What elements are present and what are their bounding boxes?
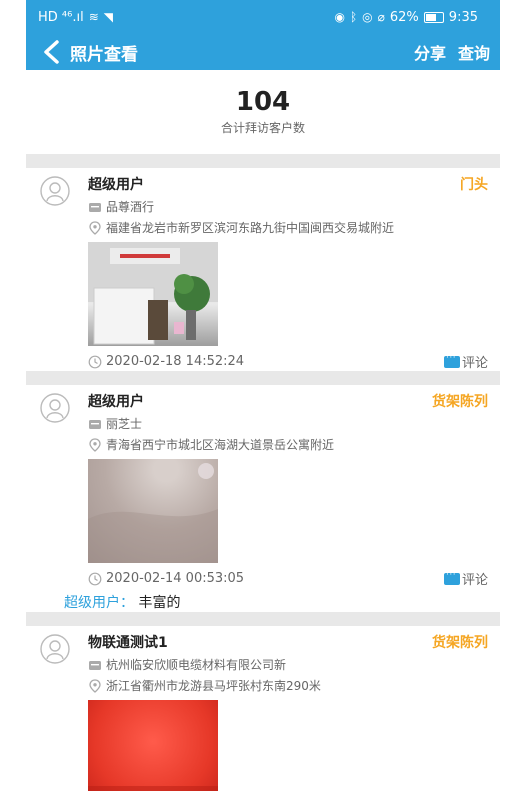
comment-text: 丰富的 <box>138 595 181 611</box>
location-icon: ◎ <box>362 10 373 24</box>
photo-image <box>88 242 218 345</box>
photo-type-tag: 货架陈列 <box>432 394 488 410</box>
comment-button[interactable]: 评论 <box>443 569 488 588</box>
eye-icon: ◉ <box>334 10 345 24</box>
photo-time: 2020-02-18 14:52:24 <box>106 354 245 369</box>
visit-photo[interactable] <box>88 459 218 563</box>
status-bar: HD ⁴⁶.ıl ≋ ◥ ◉ ᛒ ◎ ⌀ 62% 9:35 <box>26 0 500 34</box>
battery-percent: 62% <box>389 9 419 25</box>
shop-icon <box>89 660 101 670</box>
nav-left: 照片查看 <box>38 39 138 65</box>
bluetooth-icon: ᛒ <box>349 10 358 24</box>
comment-button[interactable]: 评论 <box>443 352 488 371</box>
shop-row: 品尊酒行 <box>88 198 488 215</box>
shop-icon <box>89 202 101 212</box>
signal-indicators: HD ⁴⁶.ıl <box>38 9 84 25</box>
comment-label: 评论 <box>461 356 488 371</box>
photo-image <box>88 786 218 791</box>
clock-icon <box>88 572 102 585</box>
comment-icon <box>443 353 460 368</box>
alarm-off-icon: ⌀ <box>377 10 385 24</box>
comment-icon <box>443 570 460 585</box>
address: 青海省西宁市城北区海湖大道景岳公寓附近 <box>106 438 335 452</box>
address: 福建省龙岩市新罗区滨河东路九街中国闽西交易城附近 <box>106 221 395 235</box>
shop-row: 杭州临安欣顺电缆材料有限公司新 <box>88 656 488 673</box>
shop-icon <box>89 419 101 429</box>
address-row: 青海省西宁市城北区海湖大道景岳公寓附近 <box>88 436 488 453</box>
location-pin-icon <box>89 678 101 693</box>
status-left: HD ⁴⁶.ıl ≋ ◥ <box>38 10 113 25</box>
photo-time: 2020-02-14 00:53:05 <box>106 571 245 586</box>
app-notify-icon: ◥ <box>103 10 113 24</box>
divider <box>26 612 500 626</box>
location-pin-icon <box>89 437 101 452</box>
wifi-icon: ≋ <box>88 10 99 24</box>
avatar <box>40 393 70 423</box>
page-title: 照片查看 <box>70 44 138 65</box>
shop-row: 丽芝士 <box>88 415 488 432</box>
divider <box>26 154 500 168</box>
photo-list[interactable]: 104 合计拜访客户数 超级用户 门头 品尊酒行 福建省龙岩市新罗区滨河东路九街… <box>26 70 500 791</box>
comment-author: 超级用户： <box>64 595 134 611</box>
address-row: 浙江省衢州市龙游县马坪张村东南290米 <box>88 677 488 694</box>
photo-type-tag: 货架陈列 <box>432 635 488 651</box>
avatar <box>40 634 70 664</box>
photo-card[interactable]: 超级用户 货架陈列 丽芝士 青海省西宁市城北区海湖大道景岳公寓附近 2020-0… <box>26 385 500 612</box>
nav-bar: 照片查看 分享 查询 <box>26 34 500 70</box>
user-name: 物联通测试1 <box>88 635 168 651</box>
share-button[interactable]: 分享 <box>414 40 446 64</box>
nav-actions: 分享 查询 <box>414 40 490 64</box>
address-row: 福建省龙岩市新罗区滨河东路九街中国闽西交易城附近 <box>88 219 488 236</box>
visit-photo[interactable] <box>88 700 218 791</box>
shop-name: 丽芝士 <box>106 417 143 431</box>
comment-label: 评论 <box>461 573 488 588</box>
address: 浙江省衢州市龙游县马坪张村东南290米 <box>106 679 321 693</box>
visit-count-label: 合计拜访客户数 <box>220 121 305 136</box>
user-name: 超级用户 <box>88 394 144 410</box>
visit-summary: 104 合计拜访客户数 <box>26 70 500 154</box>
query-button[interactable]: 查询 <box>458 40 490 64</box>
status-right: ◉ ᛒ ◎ ⌀ 62% 9:35 <box>334 10 478 25</box>
photo-card[interactable]: 超级用户 门头 品尊酒行 福建省龙岩市新罗区滨河东路九街中国闽西交易城附近 20… <box>26 168 500 371</box>
avatar <box>40 176 70 206</box>
photo-type-tag: 门头 <box>460 177 488 193</box>
visit-photo[interactable] <box>88 242 218 346</box>
photo-card[interactable]: 物联通测试1 货架陈列 杭州临安欣顺电缆材料有限公司新 浙江省衢州市龙游县马坪张… <box>26 626 500 791</box>
divider <box>26 371 500 385</box>
user-name: 超级用户 <box>88 177 144 193</box>
shop-name: 杭州临安欣顺电缆材料有限公司新 <box>106 658 287 672</box>
shop-name: 品尊酒行 <box>106 200 155 214</box>
photo-image <box>88 463 218 563</box>
back-icon[interactable] <box>38 39 64 65</box>
comment-entry: 超级用户： 丰富的 <box>64 592 488 612</box>
visit-count: 104 <box>235 86 291 117</box>
clock-icon <box>88 355 102 368</box>
location-pin-icon <box>89 220 101 235</box>
battery-icon <box>423 11 444 23</box>
clock: 9:35 <box>448 9 478 25</box>
